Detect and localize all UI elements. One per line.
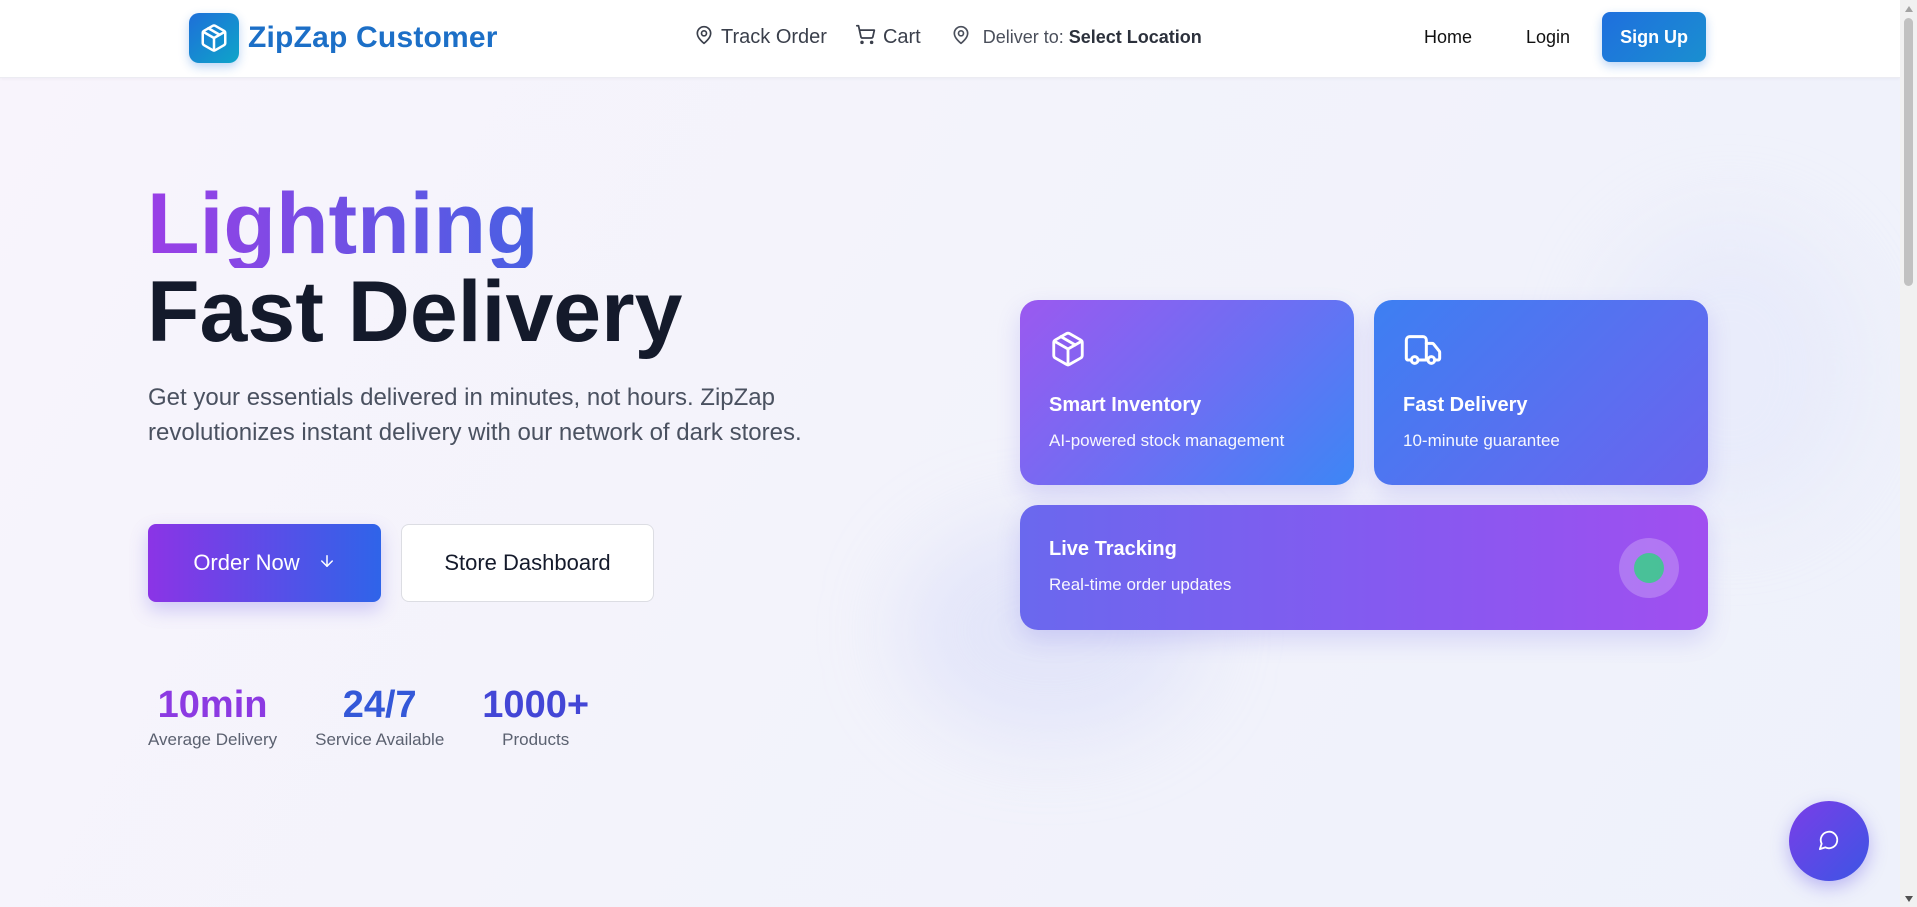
stat-average-delivery: 10min Average Delivery <box>148 682 277 750</box>
deliver-location: Select Location <box>1068 27 1202 47</box>
hero-description: Get your essentials delivered in minutes… <box>148 384 802 446</box>
package-icon <box>189 13 239 63</box>
package-icon <box>1049 330 1087 373</box>
card-subtitle: Real-time order updates <box>1049 575 1232 594</box>
card-subtitle: AI-powered stock management <box>1049 431 1285 450</box>
store-dashboard-button[interactable]: Store Dashboard <box>401 524 654 602</box>
card-title: Smart Inventory <box>1049 394 1202 416</box>
hero-stats: 10min Average Delivery 24/7 Service Avai… <box>148 682 627 750</box>
chat-button[interactable] <box>1789 801 1869 881</box>
card-title: Live Tracking <box>1049 538 1177 560</box>
top-navbar: ZipZap Customer Track Order Cart Deliver… <box>0 0 1900 78</box>
order-now-label: Order Now <box>193 550 300 575</box>
stat-label: Products <box>502 730 570 749</box>
stat-value: 10min <box>157 684 268 726</box>
signup-button[interactable]: Sign Up <box>1602 12 1707 62</box>
feature-card-live-tracking: Live Tracking Real-time order updates <box>1020 505 1708 630</box>
card-subtitle: 10-minute guarantee <box>1403 431 1560 450</box>
live-status-indicator <box>1619 538 1679 598</box>
stat-value: 1000+ <box>482 684 590 726</box>
deliver-prefix: Deliver to: <box>982 27 1064 47</box>
shopping-cart-icon <box>855 24 883 51</box>
map-pin-icon <box>951 25 983 50</box>
feature-card-fast-delivery: Fast Delivery 10-minute guarantee <box>1374 300 1708 485</box>
primary-nav: Track Order Cart Deliver to: Select Loca… <box>694 24 1202 51</box>
page-scrollbar[interactable] <box>1900 0 1917 907</box>
cart-label: Cart <box>882 26 921 48</box>
order-now-button[interactable]: Order Now <box>148 524 381 602</box>
track-order-label: Track Order <box>721 26 827 48</box>
card-text: Live Tracking Real-time order updates <box>1049 538 1231 595</box>
scroll-up-icon[interactable] <box>1900 0 1917 17</box>
home-link[interactable]: Home <box>1400 15 1496 60</box>
hero-title-main: Fast Delivery <box>147 264 683 360</box>
stat-products: 1000+ Products <box>482 682 589 750</box>
hero-actions: Order Now Store Dashboard <box>148 524 654 602</box>
cart-link[interactable]: Cart <box>855 24 921 51</box>
feature-card-smart-inventory: Smart Inventory AI-powered stock managem… <box>1020 300 1354 485</box>
scroll-down-icon[interactable] <box>1900 890 1917 907</box>
scrollbar-thumb[interactable] <box>1904 18 1913 286</box>
auth-nav: Home Login Sign Up <box>1400 12 1707 62</box>
stat-label: Average Delivery <box>148 730 278 749</box>
card-text: Fast Delivery 10-minute guarantee <box>1403 394 1560 451</box>
deliver-location-selector[interactable]: Deliver to: Select Location <box>951 25 1202 50</box>
stat-value: 24/7 <box>342 684 417 726</box>
live-status-dot <box>1634 553 1664 583</box>
login-button[interactable]: Login <box>1502 15 1594 60</box>
truck-icon <box>1403 330 1443 375</box>
card-title: Fast Delivery <box>1403 394 1528 416</box>
hero-title-highlight: Lightning <box>147 180 682 268</box>
track-order-link[interactable]: Track Order <box>694 25 827 51</box>
arrow-down-icon <box>300 550 336 576</box>
map-pin-icon <box>694 25 721 51</box>
stat-service-available: 24/7 Service Available <box>315 682 444 750</box>
brand-name: ZipZap Customer <box>248 21 498 54</box>
message-circle-icon <box>1818 829 1840 854</box>
brand[interactable]: ZipZap Customer <box>189 13 498 63</box>
card-text: Smart Inventory AI-powered stock managem… <box>1049 394 1284 451</box>
hero-title: Lightning Fast Delivery <box>147 180 682 356</box>
stat-label: Service Available <box>315 730 445 749</box>
